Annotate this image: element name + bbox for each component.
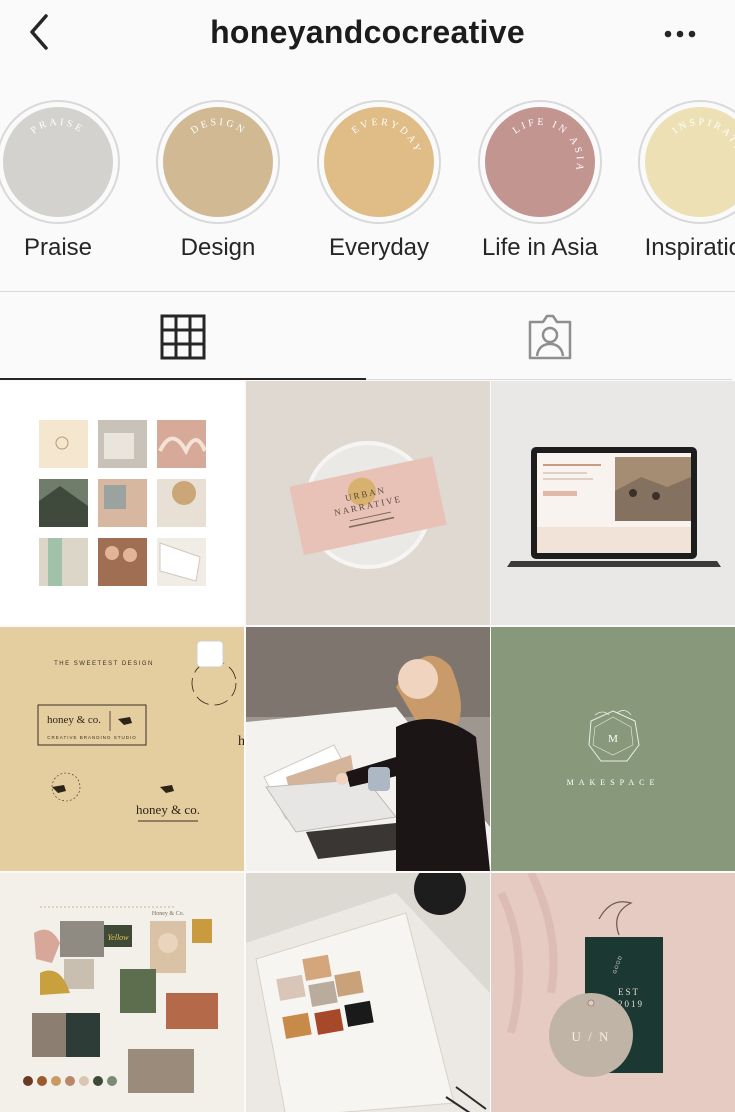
tagline-text: CREATIVE BRANDING STUDIO [47, 735, 136, 740]
post-honey-branding[interactable]: THE SWEETEST DESIGN honey & co. CREATIVE… [0, 627, 244, 871]
highlight-label: Inspiration [644, 234, 735, 261]
story-highlights: PRAISE Praise DESIGN Design EVERYDAY Eve… [0, 100, 735, 280]
logo-text-2: honey & co. [136, 802, 200, 817]
highlight-cover-art: EVERYDAY [350, 117, 423, 156]
post-laptop-website[interactable] [491, 381, 735, 625]
highlight-cover-art: DESIGN [189, 117, 248, 137]
post-business-card[interactable]: URBAN NARRATIVE [246, 381, 490, 625]
highlight-ring: PRAISE [0, 100, 120, 224]
highlight-cover: INSPIRATION [645, 107, 735, 217]
monogram: M [608, 733, 618, 745]
post-woman-laptop[interactable] [246, 627, 490, 871]
sign-text: Yellow [107, 933, 129, 942]
highlight-label: Life in Asia [481, 234, 599, 261]
tagged-person-icon [528, 314, 572, 360]
highlight-design[interactable]: DESIGN Design [148, 100, 288, 262]
highlight-cover: DESIGN [163, 107, 273, 217]
highlight-ring: INSPIRATION [638, 100, 735, 224]
highlight-label: Praise [23, 234, 93, 261]
highlight-ring: LIFE IN ASIA [478, 100, 602, 224]
tab-tagged[interactable] [366, 292, 732, 380]
highlight-life-in-asia[interactable]: LIFE IN ASIA Life in Asia [470, 100, 610, 262]
highlight-cover: PRAISE [3, 107, 113, 217]
highlight-cover-text: PRAISE [29, 117, 86, 137]
highlight-cover-text: INSPIRATION [671, 117, 735, 173]
post-makespace-logo[interactable]: M MAKESPACE [491, 627, 735, 871]
highlight-cover: EVERYDAY [324, 107, 434, 217]
post-mood-board[interactable]: Yellow Honey & Co. [0, 873, 244, 1112]
edge-letter: h [238, 734, 244, 749]
highlight-ring: EVERYDAY [317, 100, 441, 224]
profile-header: honeyandcocreative [0, 0, 735, 70]
logo-text: honey & co. [47, 714, 101, 726]
tab-grid[interactable] [0, 292, 366, 380]
highlight-cover-art: LIFE IN ASIA [511, 117, 585, 174]
highlight-inspiration[interactable]: INSPIRATION Inspiration [630, 100, 735, 262]
highlight-cover-art: PRAISE [29, 117, 86, 137]
highlight-everyday[interactable]: EVERYDAY Everyday [309, 100, 449, 262]
moodboard-header: Honey & Co. [152, 911, 185, 917]
post-grid: URBAN NARRATIVE THE SWEETEST DESIGN hone… [0, 381, 735, 1112]
highlight-label: Design [180, 234, 256, 261]
highlight-cover-text: EVERYDAY [350, 117, 423, 156]
grid-icon [160, 314, 206, 360]
more-options-icon[interactable] [663, 22, 697, 46]
tag-est: EST [618, 987, 640, 997]
highlight-label: Everyday [328, 234, 430, 261]
post-collage[interactable] [0, 381, 244, 625]
profile-username: honeyandcocreative [210, 14, 525, 50]
tag-monogram: U / N [572, 1029, 611, 1044]
highlight-cover-art: INSPIRATION [671, 117, 735, 173]
post-hang-tags[interactable]: EST 2019 GOOD U / N [491, 873, 735, 1112]
profile-tabs [0, 292, 735, 380]
top-text: THE SWEETEST DESIGN [54, 661, 154, 667]
highlight-cover-text: LIFE IN ASIA [511, 117, 585, 174]
highlight-ring: DESIGN [156, 100, 280, 224]
wordmark: MAKESPACE [567, 778, 660, 787]
highlight-cover: LIFE IN ASIA [485, 107, 595, 217]
highlight-cover-text: DESIGN [189, 117, 248, 137]
post-color-palette[interactable] [246, 873, 490, 1112]
highlight-praise[interactable]: PRAISE Praise [0, 100, 128, 262]
